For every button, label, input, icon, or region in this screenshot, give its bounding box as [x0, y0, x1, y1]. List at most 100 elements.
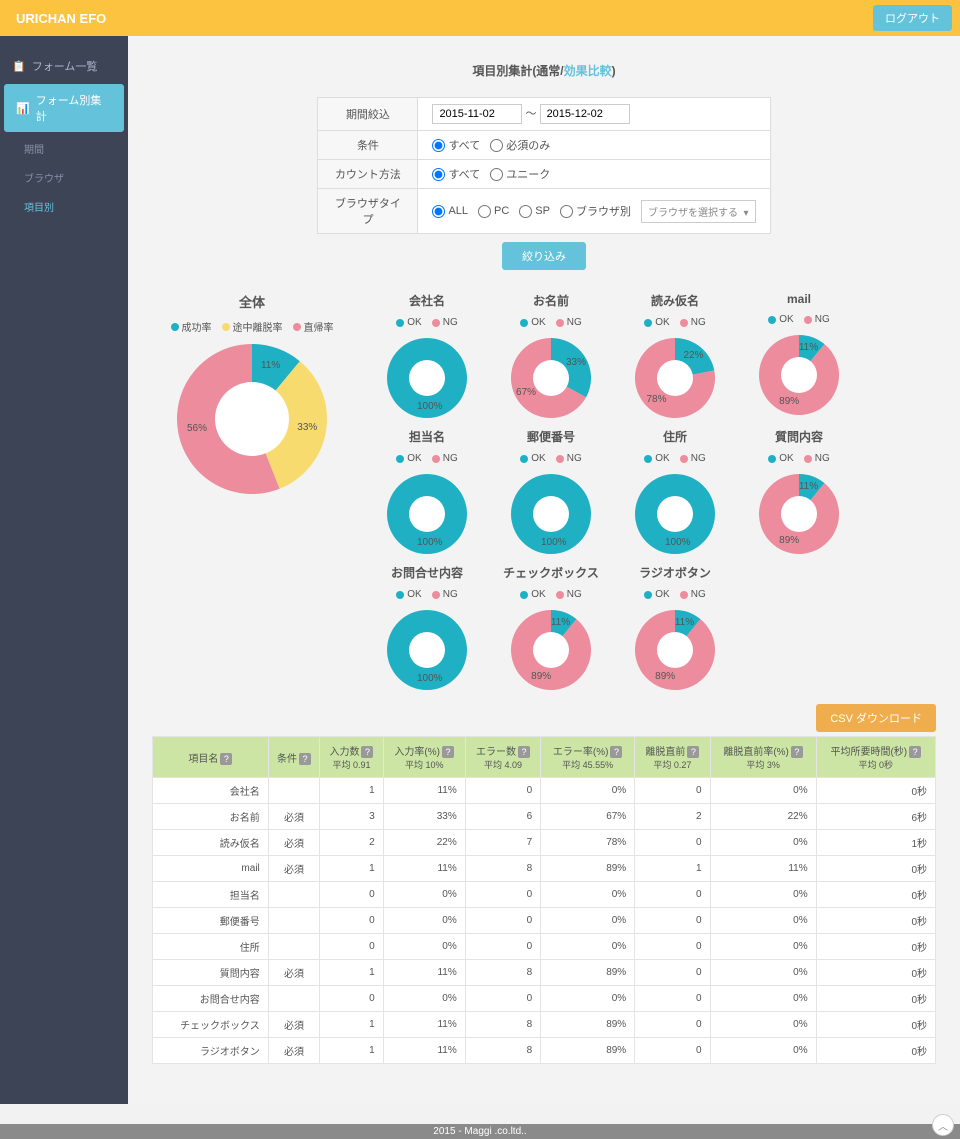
sidebar-item-label: フォーム別集計	[36, 92, 112, 124]
th-input-r: 入力率(%)?平均 10%	[383, 737, 465, 778]
page-title: 項目別集計(通常/効果比較)	[152, 62, 936, 79]
sidebar-item-stats[interactable]: 📊 フォーム別集計	[4, 84, 124, 132]
sidebar-sub-period[interactable]: 期間	[0, 134, 128, 163]
item-chart: 読み仮名OKNG22%78%	[620, 292, 730, 418]
sidebar-sub-browser[interactable]: ブラウザ	[0, 163, 128, 192]
item-charts-grid: 会社名OKNG100%お名前OKNG33%67%読み仮名OKNG22%78%ma…	[372, 292, 936, 690]
item-donut: 11%89%	[511, 610, 591, 690]
item-chart: お名前OKNG33%67%	[496, 292, 606, 418]
item-donut: 100%	[387, 338, 467, 418]
chart-title: お名前	[496, 292, 606, 309]
help-icon[interactable]: ?	[909, 746, 921, 758]
logout-button[interactable]: ログアウト	[873, 5, 952, 31]
item-legend: OKNG	[620, 317, 730, 328]
item-donut: 100%	[511, 474, 591, 554]
radio-count-all[interactable]: すべて	[432, 166, 480, 182]
title-text: 項目別集計(通常/	[472, 64, 563, 78]
radio-browser-sp[interactable]: SP	[519, 205, 550, 218]
table-row: 読み仮名必須222%778%00%1秒	[153, 830, 936, 856]
th-time: 平均所要時間(秒)?平均 0秒	[816, 737, 935, 778]
radio-count-unique[interactable]: ユニーク	[490, 166, 550, 182]
chart-title: お問合せ内容	[372, 564, 482, 581]
th-leave-r: 離脱直前率(%)?平均 3%	[710, 737, 816, 778]
th-input-n: 入力数?平均 0.91	[320, 737, 383, 778]
table-row: お名前必須333%667%222%6秒	[153, 804, 936, 830]
item-donut: 22%78%	[635, 338, 715, 418]
filter-submit-button[interactable]: 絞り込み	[502, 242, 586, 270]
item-donut: 100%	[635, 474, 715, 554]
radio-browser-all[interactable]: ALL	[432, 205, 468, 218]
item-chart: お問合せ内容 OKNG 100%	[372, 564, 482, 690]
filter-label-period: 期間絞込	[318, 98, 418, 131]
table-row: ラジオボタン必須111%889%00%0秒	[153, 1038, 936, 1064]
help-icon[interactable]: ?	[442, 746, 454, 758]
radio-browser-sep[interactable]: ブラウザ別	[560, 203, 631, 219]
sidebar-item-forms[interactable]: 📋 フォーム一覧	[0, 50, 128, 82]
item-chart: 住所OKNG100%	[620, 428, 730, 554]
brand: URICHAN EFO	[8, 11, 106, 26]
chart-title: mail	[744, 292, 854, 306]
browser-select[interactable]: ブラウザを選択する ▾	[641, 200, 756, 223]
th-cond: 条件?	[268, 737, 319, 778]
item-legend: OKNG	[496, 589, 606, 600]
help-icon[interactable]: ?	[361, 746, 373, 758]
scroll-top-button[interactable]: ︿	[932, 1114, 954, 1136]
th-err-n: エラー数?平均 4.09	[465, 737, 540, 778]
radio-cond-all[interactable]: すべて	[432, 137, 480, 153]
chart-title: 全体	[152, 292, 352, 311]
filter-panel: 期間絞込 ～ 条件 すべて 必須のみ カウント方法	[317, 97, 770, 234]
dashboard-icon: 📋	[12, 60, 26, 73]
table-row: 住所00%00%00%0秒	[153, 934, 936, 960]
date-from-input[interactable]	[432, 104, 522, 124]
date-to-input[interactable]	[540, 104, 630, 124]
help-icon[interactable]: ?	[791, 746, 803, 758]
overall-chart: 全体 成功率 途中離脱率 直帰率 11%33%56%	[152, 292, 352, 494]
chart-icon: 📊	[16, 102, 30, 115]
chart-title: 担当名	[372, 428, 482, 445]
item-chart: mail OKNG 11%89%	[744, 292, 854, 418]
legend-dot	[222, 323, 230, 331]
help-icon[interactable]: ?	[610, 746, 622, 758]
help-icon[interactable]: ?	[518, 746, 530, 758]
csv-download-button[interactable]: CSV ダウンロード	[816, 704, 936, 732]
item-legend: OKNG	[372, 589, 482, 600]
item-donut: 100%	[387, 610, 467, 690]
chart-title: 会社名	[372, 292, 482, 309]
item-chart: 会社名 OKNG 100%	[372, 292, 482, 418]
sidebar-sub-item[interactable]: 項目別	[0, 192, 128, 221]
filter-label-cond: 条件	[318, 131, 418, 160]
help-icon[interactable]: ?	[299, 753, 311, 765]
help-icon[interactable]: ?	[687, 746, 699, 758]
radio-browser-pc[interactable]: PC	[478, 205, 509, 218]
item-donut: 11%89%	[635, 610, 715, 690]
table-row: チェックボックス必須111%889%00%0秒	[153, 1012, 936, 1038]
th-leave-n: 離脱直前?平均 0.27	[635, 737, 710, 778]
item-donut: 11%89%	[759, 335, 839, 415]
table-row: お問合せ内容00%00%00%0秒	[153, 986, 936, 1012]
chart-title: ラジオボタン	[620, 564, 730, 581]
legend-dot	[293, 323, 301, 331]
sidebar: 📋 フォーム一覧 📊 フォーム別集計 期間 ブラウザ 項目別	[0, 36, 128, 1104]
radio-cond-req[interactable]: 必須のみ	[490, 137, 550, 153]
item-chart: 質問内容OKNG11%89%	[744, 428, 854, 554]
item-legend: OKNG	[372, 317, 482, 328]
table-row: 会社名111%00%00%0秒	[153, 778, 936, 804]
table-row: 郵便番号00%00%00%0秒	[153, 908, 936, 934]
legend-dot	[171, 323, 179, 331]
help-icon[interactable]: ?	[220, 753, 232, 765]
item-chart: ラジオボタンOKNG11%89%	[620, 564, 730, 690]
item-chart: チェックボックス OKNG 11%89%	[496, 564, 606, 690]
item-donut: 11%89%	[759, 474, 839, 554]
filter-label-count: カウント方法	[318, 160, 418, 189]
footer: 2015 - Maggi .co.ltd.. ︿	[0, 1124, 960, 1139]
charts-area: 全体 成功率 途中離脱率 直帰率 11%33%56% 会社名 OKNG 100% お名…	[152, 292, 936, 690]
item-legend: OKNG	[372, 453, 482, 464]
item-legend: OKNG	[744, 314, 854, 325]
topbar: URICHAN EFO ログアウト	[0, 0, 960, 36]
data-table: 項目名? 条件? 入力数?平均 0.91 入力率(%)?平均 10% エラー数?…	[152, 736, 936, 1064]
title-text: )	[612, 64, 616, 78]
overall-legend: 成功率 途中離脱率 直帰率	[152, 319, 352, 334]
title-link[interactable]: 効果比較	[564, 64, 612, 78]
item-chart: 郵便番号OKNG100%	[496, 428, 606, 554]
chart-title: チェックボックス	[496, 564, 606, 581]
